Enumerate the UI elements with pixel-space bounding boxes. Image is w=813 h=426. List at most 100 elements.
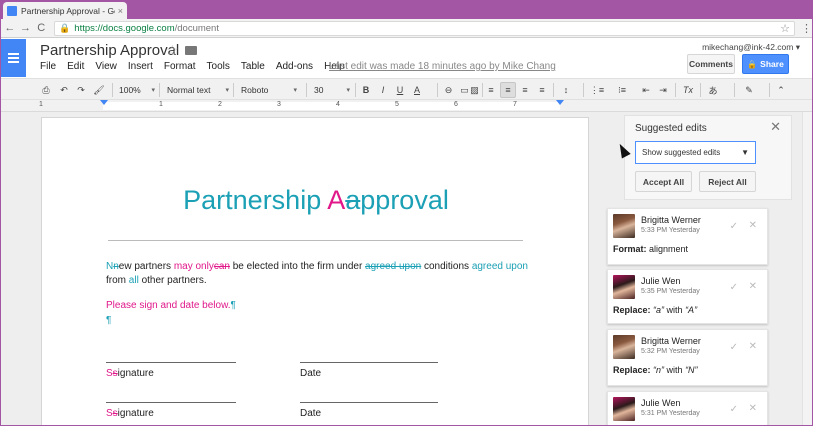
align-center-icon[interactable]: ≡ [500,82,516,98]
menu-file[interactable]: File [40,61,56,72]
horizontal-rule [108,240,523,241]
tab-close-icon[interactable]: × [118,6,123,16]
comments-button[interactable]: Comments [687,54,735,74]
reject-all-button[interactable]: Reject All [699,171,756,192]
reject-suggestion-icon[interactable]: ✕ [749,220,757,231]
font-select[interactable]: Roboto ▾ [241,82,297,98]
editing-mode-icon[interactable]: ✎ [742,82,756,98]
collapse-icon[interactable]: ⌃ [775,82,787,98]
menu-format[interactable]: Format [164,61,196,72]
bulleted-list-icon[interactable]: ⁝≡ [613,82,631,98]
suggestion-card[interactable]: Brigitta Werner 5:33 PM Yesterday ✓ ✕ Fo… [607,208,768,265]
empty-paragraph-mark: ¶ [106,315,112,326]
address-bar[interactable]: 🔒 https://docs.google.com/document ☆ [54,20,796,36]
docs-home-icon[interactable] [1,39,26,77]
accept-suggestion-icon[interactable]: ✓ [730,404,738,415]
last-edit-link[interactable]: Last edit was made 18 minutes ago by Mik… [329,61,556,72]
folder-icon[interactable] [185,46,197,55]
formatting-toolbar: ⎙ ↶ ↷ 🖌 100% ▾ Normal text ▾ Roboto ▾ 30 ▾ B… [1,78,812,100]
menu-table[interactable]: Table [241,61,265,72]
avatar [613,214,635,238]
accept-suggestion-icon[interactable]: ✓ [730,282,738,293]
screen: Partnership Approval - Google × ← → C 🔒 … [0,0,813,426]
suggestion-author: Julie Wen [641,398,681,408]
suggestion-card[interactable]: Julie Wen 5:31 PM Yesterday ✓ ✕ [607,391,768,425]
back-icon[interactable]: ← [3,22,17,34]
increase-indent-icon[interactable]: ⇥ [656,82,670,98]
suggestion-time: 5:35 PM Yesterday [641,288,700,295]
title-star-icon[interactable]: ☆ [166,42,179,59]
accept-all-button[interactable]: Accept All [635,171,692,192]
suggestion-time: 5:31 PM Yesterday [641,410,700,417]
share-lock-icon: 🔒 [747,59,758,69]
vertical-scrollbar[interactable] [802,112,812,425]
ruler-number: 1 [159,101,163,108]
reload-icon[interactable]: C [34,22,48,34]
paint-format-icon[interactable]: 🖌 [92,82,106,98]
suggestion-body: Replace: “a” with “A” [613,305,698,315]
text-color-button[interactable]: A [410,82,424,98]
suggestion-author: Julie Wen [641,276,681,286]
decrease-indent-icon[interactable]: ⇤ [639,82,653,98]
font-size-select[interactable]: 30 ▾ [314,82,350,98]
accept-suggestion-icon[interactable]: ✓ [730,221,738,232]
ruler-number: 6 [454,101,458,108]
align-right-icon[interactable]: ≡ [518,82,532,98]
document-title[interactable]: Partnership Approval [40,42,179,59]
date-label: Date [300,368,322,379]
reject-suggestion-icon[interactable]: ✕ [749,281,757,292]
input-tools-icon[interactable]: あ [705,82,721,98]
image-icon[interactable]: ▨ [468,82,481,98]
browser-menu-icon[interactable]: ⋮ [801,22,812,35]
indent-marker-icon[interactable] [100,100,108,105]
bookmark-star-icon[interactable]: ☆ [780,22,790,35]
close-icon[interactable]: ✕ [770,119,781,135]
style-select[interactable]: Normal text ▾ [167,82,229,98]
share-label: Share [760,59,784,69]
ruler-number: 2 [218,101,222,108]
suggested-edits-panel: Suggested edits ✕ Show suggested edits ▼… [624,115,792,200]
date-line [300,402,438,403]
avatar [613,335,635,359]
menu-addons[interactable]: Add-ons [276,61,313,72]
suggestion-card[interactable]: Brigitta Werner 5:32 PM Yesterday ✓ ✕ Re… [607,329,768,386]
avatar [613,397,635,421]
align-justify-icon[interactable]: ≡ [535,82,549,98]
share-button[interactable]: 🔒 Share [742,54,789,74]
date-label: Date [300,408,322,419]
italic-button[interactable]: I [377,82,389,98]
signature-label: Ssignature [106,368,154,379]
accept-suggestion-icon[interactable]: ✓ [730,342,738,353]
reject-suggestion-icon[interactable]: ✕ [749,341,757,352]
forward-icon[interactable]: → [19,22,33,34]
browser-tab[interactable]: Partnership Approval - Google × [3,2,127,19]
suggestion-author: Brigitta Werner [641,336,701,346]
ruler-number: 3 [277,101,281,108]
ruler[interactable]: 1 1 2 3 4 5 6 7 [1,100,812,112]
align-left-icon[interactable]: ≡ [484,82,498,98]
suggestion-card[interactable]: Julie Wen 5:35 PM Yesterday ✓ ✕ Replace:… [607,269,768,324]
document-page[interactable]: Partnership Aapproval Nnew partners may … [41,117,589,425]
zoom-select[interactable]: 100% ▾ [119,82,155,98]
clear-formatting-icon[interactable]: Tx [681,82,695,98]
dropdown-caret-icon: ▼ [741,148,749,157]
menu-edit[interactable]: Edit [67,61,84,72]
reject-suggestion-icon[interactable]: ✕ [749,403,757,414]
underline-button[interactable]: U [394,82,406,98]
right-indent-marker-icon[interactable] [556,100,564,105]
menu-view[interactable]: View [95,61,117,72]
menu-insert[interactable]: Insert [128,61,153,72]
user-account-menu[interactable]: mikechang@ink-42.com ▾ [702,42,800,53]
print-icon[interactable]: ⎙ [39,82,53,98]
link-icon[interactable]: ⊖ [442,82,455,98]
bold-button[interactable]: B [360,82,372,98]
menu-tools[interactable]: Tools [207,61,230,72]
line-spacing-icon[interactable]: ↕ [558,82,574,98]
numbered-list-icon[interactable]: ⋮≡ [588,82,606,98]
document-heading: Partnership Aapproval [183,185,449,215]
show-suggested-edits-select[interactable]: Show suggested edits ▼ [635,141,756,164]
redo-icon[interactable]: ↷ [74,82,88,98]
undo-icon[interactable]: ↶ [57,82,71,98]
signature-line [106,402,236,403]
suggestion-time: 5:32 PM Yesterday [641,348,700,355]
